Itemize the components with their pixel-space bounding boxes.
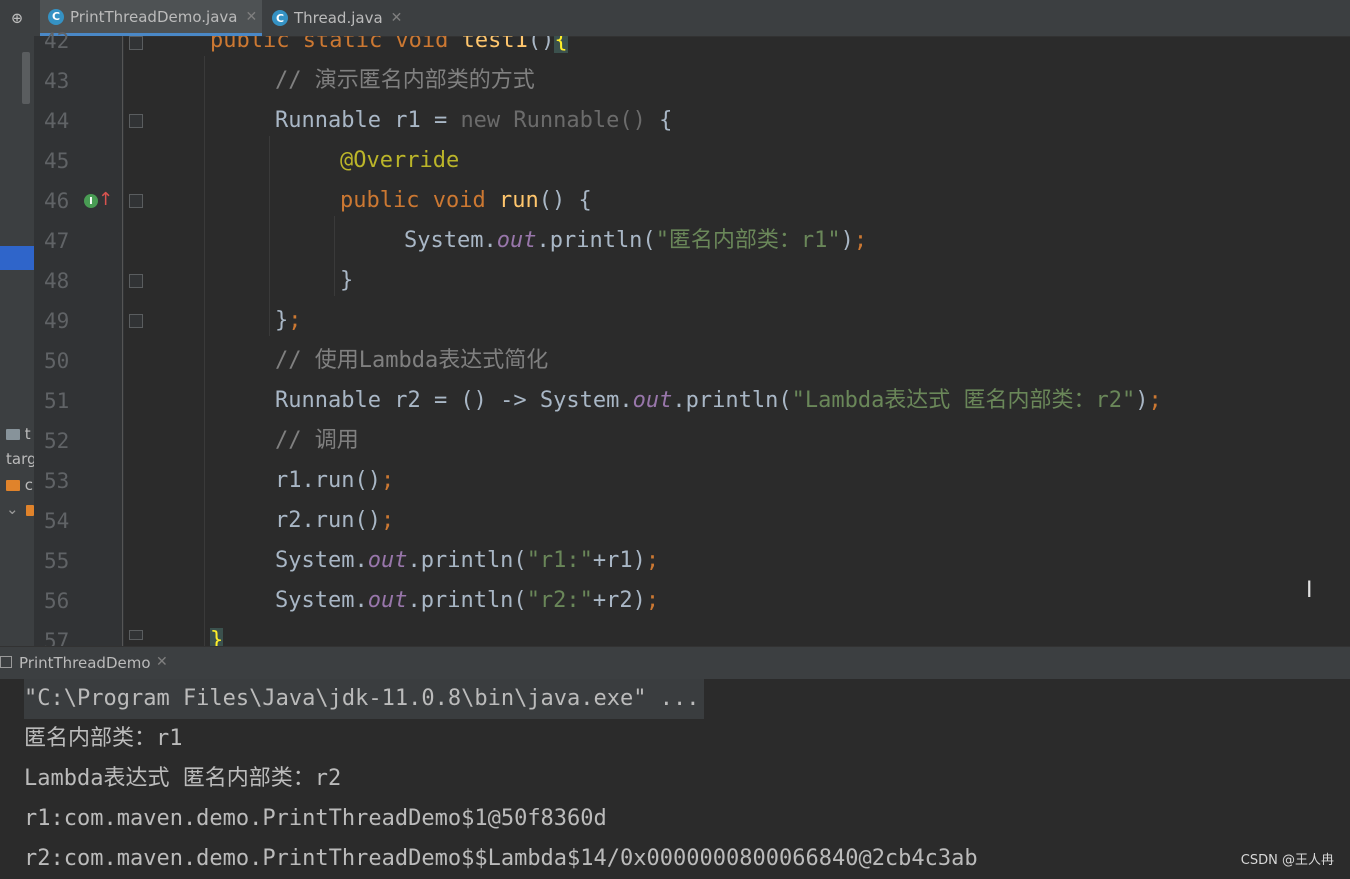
code-line-55: System.out.println("r1:"+r1); <box>275 548 660 573</box>
code-line-50: // 使用Lambda表达式简化 <box>275 348 549 373</box>
target-icon[interactable]: ⊕ <box>0 0 34 36</box>
chevron-down-icon[interactable]: ⌄ <box>6 500 19 518</box>
run-tab-label[interactable]: PrintThreadDemo <box>19 654 151 672</box>
line-number: 47 <box>44 229 70 253</box>
line-number: 43 <box>44 69 70 93</box>
watermark: CSDN @王人冉 <box>1240 853 1334 868</box>
line-number: 44 <box>44 109 70 133</box>
code-line-57: } <box>210 621 224 646</box>
code-line-45: @Override <box>340 148 460 173</box>
arrow-up-icon[interactable]: ↑ <box>98 190 113 210</box>
tab-thread[interactable]: C Thread.java ✕ <box>268 0 412 36</box>
text-cursor-icon: I <box>1306 578 1313 603</box>
indent-guide <box>334 216 335 296</box>
folder-icon <box>6 429 20 440</box>
close-icon[interactable]: ✕ <box>245 9 257 25</box>
project-panel-strip: t targ c ⌄ <box>0 0 34 646</box>
code-line-53: r1.run(); <box>275 468 395 493</box>
code-line-49: }; <box>275 308 302 333</box>
console-output[interactable]: "C:\Program Files\Java\jdk-11.0.8\bin\ja… <box>0 679 1350 878</box>
code-line-47: System.out.println("匿名内部类：r1"); <box>404 228 868 253</box>
line-number: 54 <box>44 509 70 533</box>
console-icon <box>0 656 12 668</box>
line-number: 57 <box>44 629 70 646</box>
console-line: Lambda表达式 匿名内部类：r2 <box>24 766 342 791</box>
close-icon[interactable]: ✕ <box>391 10 403 26</box>
console-line: r2:com.maven.demo.PrintThreadDemo$$Lambd… <box>24 846 978 871</box>
code-line-43: // 演示匿名内部类的方式 <box>275 68 535 93</box>
line-number: 46 <box>44 189 70 213</box>
code-line-44: Runnable r1 = new Runnable() { <box>275 108 673 133</box>
console-line: 匿名内部类：r1 <box>24 726 183 751</box>
editor-tab-bar: C PrintThreadDemo.java ✕ C Thread.java ✕ <box>34 0 1350 37</box>
line-number: 42 <box>44 29 70 53</box>
code-line-56: System.out.println("r2:"+r2); <box>275 588 660 613</box>
project-tree-item-t[interactable]: t <box>6 425 31 443</box>
gutter-divider <box>122 36 123 646</box>
folder-icon <box>26 505 34 516</box>
project-tree-item-target[interactable]: targ <box>6 450 34 468</box>
line-number: 51 <box>44 389 70 413</box>
code-editor[interactable]: public static void test1(){ // 演示匿名内部类的方… <box>124 36 1350 646</box>
run-tool-window-header: PrintThreadDemo ✕ <box>0 646 1350 680</box>
indent-guide <box>269 136 270 336</box>
project-tree-item-c[interactable]: c <box>6 476 34 494</box>
folder-icon <box>6 480 20 491</box>
project-scrollbar[interactable] <box>22 52 30 104</box>
code-line-52: // 调用 <box>275 428 359 453</box>
line-number: 53 <box>44 469 70 493</box>
code-line-48: } <box>340 268 354 293</box>
project-selected-row[interactable] <box>0 246 34 270</box>
console-line: "C:\Program Files\Java\jdk-11.0.8\bin\ja… <box>24 679 704 719</box>
code-line-42: public static void test1(){ <box>210 36 568 61</box>
line-number: 52 <box>44 429 70 453</box>
code-line-54: r2.run(); <box>275 508 395 533</box>
indent-guide <box>204 56 205 646</box>
implements-method-icon[interactable]: I <box>84 194 98 208</box>
code-line-46: public void run() { <box>340 188 592 213</box>
line-number: 56 <box>44 589 70 613</box>
line-number: 48 <box>44 269 70 293</box>
code-line-51: Runnable r2 = () -> System.out.println("… <box>275 388 1162 413</box>
line-number: 55 <box>44 549 70 573</box>
line-number: 50 <box>44 349 70 373</box>
line-number: 49 <box>44 309 70 333</box>
java-class-icon: C <box>272 10 288 26</box>
line-number: 45 <box>44 149 70 173</box>
console-line: r1:com.maven.demo.PrintThreadDemo$1@50f8… <box>24 806 607 831</box>
close-icon[interactable]: ✕ <box>156 654 168 670</box>
